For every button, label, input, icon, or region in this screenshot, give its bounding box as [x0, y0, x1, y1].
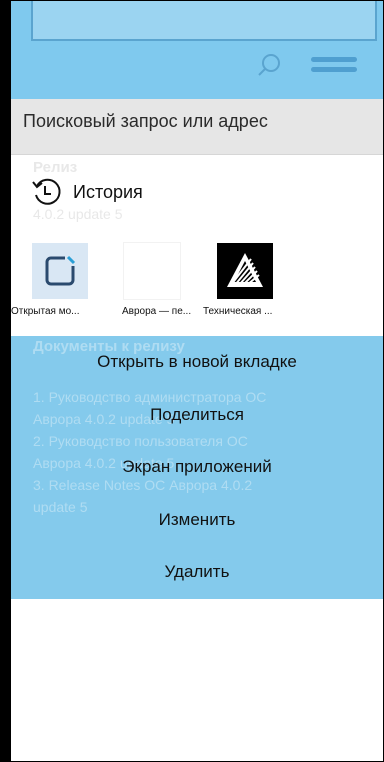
bookmark-caption: Открытая мо...: [11, 306, 80, 317]
menu-item-edit[interactable]: Изменить: [11, 500, 383, 540]
context-menu: Документы к релизу 1. Руководство админи…: [11, 336, 383, 599]
open-mobile-platform-logo-icon: [45, 255, 76, 286]
history-icon: [32, 178, 61, 205]
screen-edge: [1, 1, 11, 761]
search-icon: [258, 54, 280, 76]
address-bar[interactable]: Поисковый запрос или адрес: [11, 99, 383, 155]
menu-item-open-new-tab[interactable]: Открыть в новой вкладке: [11, 342, 383, 382]
bookmark-tile-aurora[interactable]: [124, 243, 180, 299]
aurora-logo-icon: [227, 253, 263, 287]
page-header-box: [31, 1, 377, 41]
menu-item-delete[interactable]: Удалить: [11, 552, 383, 592]
bookmark-tile-open-mobile[interactable]: [32, 243, 88, 299]
browser-screen: Поисковый запрос или адрес Релиз 4.0.2 u…: [0, 0, 384, 762]
address-input-placeholder[interactable]: Поисковый запрос или адрес: [23, 111, 268, 132]
bookmark-tile-technical[interactable]: [217, 243, 273, 299]
page-header-background: [11, 1, 383, 99]
history-label: История: [73, 181, 143, 202]
bookmark-caption: Техническая ...: [203, 306, 273, 317]
hamburger-icon: [311, 57, 357, 77]
bookmark-caption: Аврора — пе...: [122, 306, 192, 317]
history-button[interactable]: История: [31, 173, 143, 211]
menu-item-app-screen[interactable]: Экран приложений: [11, 447, 383, 487]
menu-item-share[interactable]: Поделиться: [11, 395, 383, 435]
